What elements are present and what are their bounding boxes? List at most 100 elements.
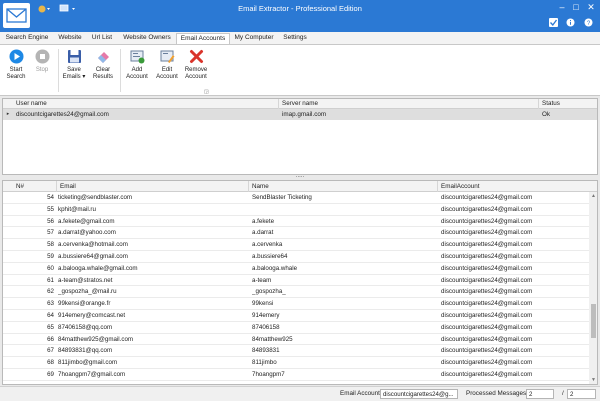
column-user-name[interactable]: User name [13,99,279,109]
row-email: 87406158@qq.com [58,323,113,331]
row-email: kphit@mail.ru [58,205,96,213]
tab-website-owners[interactable]: Website Owners [120,33,174,44]
row-name: a.cervenka [252,241,283,249]
account-user-name: discountcigarettes24@gmail.com [16,111,109,118]
emails-grid-header: N# Email Name EmailAccount [3,181,597,192]
row-email-account: discountcigarettes24@gmail.com [441,217,533,225]
email-account-field[interactable]: discountcigarettes24@g... [380,389,458,399]
table-row[interactable]: 58 a.cervenka@hotmail.com a.cervenka discou… [3,239,589,251]
tab-url-list[interactable]: Url List [89,33,115,44]
table-row[interactable]: 63 99kensi@orange.fr 99kensi discountcigare… [3,298,589,310]
checkbox-icon[interactable] [549,18,558,27]
row-email-account: discountcigarettes24@gmail.com [441,335,533,343]
table-row[interactable]: 67 84893831@qq.com 84893831 discountcigaret… [3,345,589,358]
row-email-account: discountcigarettes24@gmail.com [441,252,533,260]
table-row[interactable]: 55 kphit@mail.ru discountcigarettes24@gmai… [3,204,589,216]
row-email-account: discountcigarettes24@gmail.com [441,370,533,378]
scroll-up-icon[interactable]: ▲ [589,192,597,200]
row-email-account: discountcigarettes24@gmail.com [441,264,533,272]
play-circle-icon [9,49,23,64]
tab-website[interactable]: Website [55,33,85,44]
table-row[interactable]: 59 a.bussiere64@gmail.com a.bussiere64 disc… [3,251,589,263]
tab-email-accounts[interactable]: Email Accounts [176,33,230,44]
row-email-account: discountcigarettes24@gmail.com [441,229,533,237]
remove-account-label: Remove Account [184,67,208,80]
help-icon[interactable]: ? [584,18,593,27]
column-name[interactable]: Name [249,181,438,192]
save-emails-button[interactable]: Save Emails ▾ [58,49,90,93]
tab-my-computer[interactable]: My Computer [231,33,277,44]
row-email: ticketing@sendblaster.com [58,194,133,201]
table-row[interactable]: 66 84matthew925@gmail.com 84matthew925 disc… [3,334,589,346]
total-count-field[interactable]: 2 [567,389,596,399]
row-number: 60 [47,264,54,272]
row-name: 811jimbo [252,359,277,367]
row-name: a.bussiere64 [252,252,288,260]
ribbon: Start Search Stop Save Emails ▾ Clear Re… [0,44,600,96]
row-number: 69 [47,370,54,378]
add-account-button[interactable]: Add Account [121,49,153,93]
row-name: 84matthew925 [252,335,293,343]
row-email: a.bussiere64@gmail.com [58,252,128,260]
column-number[interactable]: N# [13,181,57,192]
row-name: SendBlaster Ticketing [252,194,312,201]
row-email: a.darrat@yahoo.com [58,229,116,237]
account-status: Ok [542,111,551,118]
table-row[interactable]: 64 914emery@comcast.net 914emery discountci… [3,310,589,322]
row-email-account: discountcigarettes24@gmail.com [441,205,533,213]
table-row[interactable]: 68 811jimbo@gmail.com 811jimbo discountciga… [3,357,589,369]
row-number: 68 [47,359,54,367]
save-emails-label: Save Emails ▾ [62,67,86,80]
row-email: _gospozha_@mail.ru [58,288,117,296]
table-row[interactable]: 57 a.darrat@yahoo.com a.darrat discountciga… [3,227,589,240]
row-email-account: discountcigarettes24@gmail.com [441,311,533,319]
table-row[interactable]: 62 _gospozha_@mail.ru _gospozha_ discountci… [3,286,589,299]
row-email: 84matthew925@gmail.com [58,335,134,343]
account-row[interactable]: ▸ discountcigarettes24@gmail.com imap.gm… [3,109,597,120]
accounts-grid-header: User name Server name Status [3,99,597,109]
red-x-icon [189,50,203,63]
table-row[interactable]: 69 7hoangpm7@gmail.com 7hoangpm7 discountci… [3,369,589,381]
row-email: a-team@stratos.net [58,276,113,284]
row-number: 55 [47,205,54,213]
table-row[interactable]: 54 ticketing@sendblaster.com SendBlaster T… [3,192,589,204]
row-name: 99kensi [252,300,274,308]
close-button[interactable]: ✕ [585,2,597,12]
clear-results-button[interactable]: Clear Results [87,49,119,93]
stop-button[interactable]: Stop [26,49,58,93]
processed-count-field[interactable]: 2 [526,389,554,399]
row-email-account: discountcigarettes24@gmail.com [441,241,533,249]
group-launcher-icon[interactable]: ◲ [204,89,209,95]
row-number: 58 [47,241,54,249]
row-name: _gospozha_ [252,288,286,296]
tab-settings[interactable]: Settings [280,33,310,44]
table-row[interactable]: 65 87406158@qq.com 87406158 discountcigaret… [3,322,589,334]
row-name: a.balooga.whale [252,264,298,272]
row-number: 59 [47,252,54,260]
scrollbar-thumb[interactable] [591,304,596,338]
maximize-button[interactable]: □ [570,2,582,12]
table-row[interactable]: 56 a.fekete@gmail.com a.fekete discountciga… [3,216,589,228]
minimize-button[interactable]: – [556,2,568,12]
column-server-name[interactable]: Server name [279,99,539,109]
row-email: 914emery@comcast.net [58,311,126,319]
add-account-label: Add Account [126,67,148,80]
edit-account-button[interactable]: Edit Account [151,49,183,93]
row-name: a-team [252,276,272,284]
column-email[interactable]: Email [57,181,249,192]
column-status[interactable]: Status [539,99,597,109]
row-email-account: discountcigarettes24@gmail.com [441,347,533,355]
row-number: 63 [47,300,54,308]
table-row[interactable]: 60 a.balooga.whale@gmail.com a.balooga.wha… [3,263,589,275]
column-email-account[interactable]: EmailAccount [438,181,589,192]
scroll-down-icon[interactable]: ▼ [589,376,597,384]
info-icon[interactable] [566,18,575,27]
row-number: 56 [47,217,54,225]
row-name: 914emery [252,311,280,319]
remove-account-button[interactable]: Remove Account [180,49,212,93]
row-name: 84893831 [252,347,280,355]
row-number: 66 [47,335,54,343]
tab-search-engine[interactable]: Search Engine [3,33,51,44]
vertical-scrollbar[interactable]: ▲ ▼ [589,192,597,384]
table-row[interactable]: 61 a-team@stratos.net a-team discountcigare… [3,275,589,287]
